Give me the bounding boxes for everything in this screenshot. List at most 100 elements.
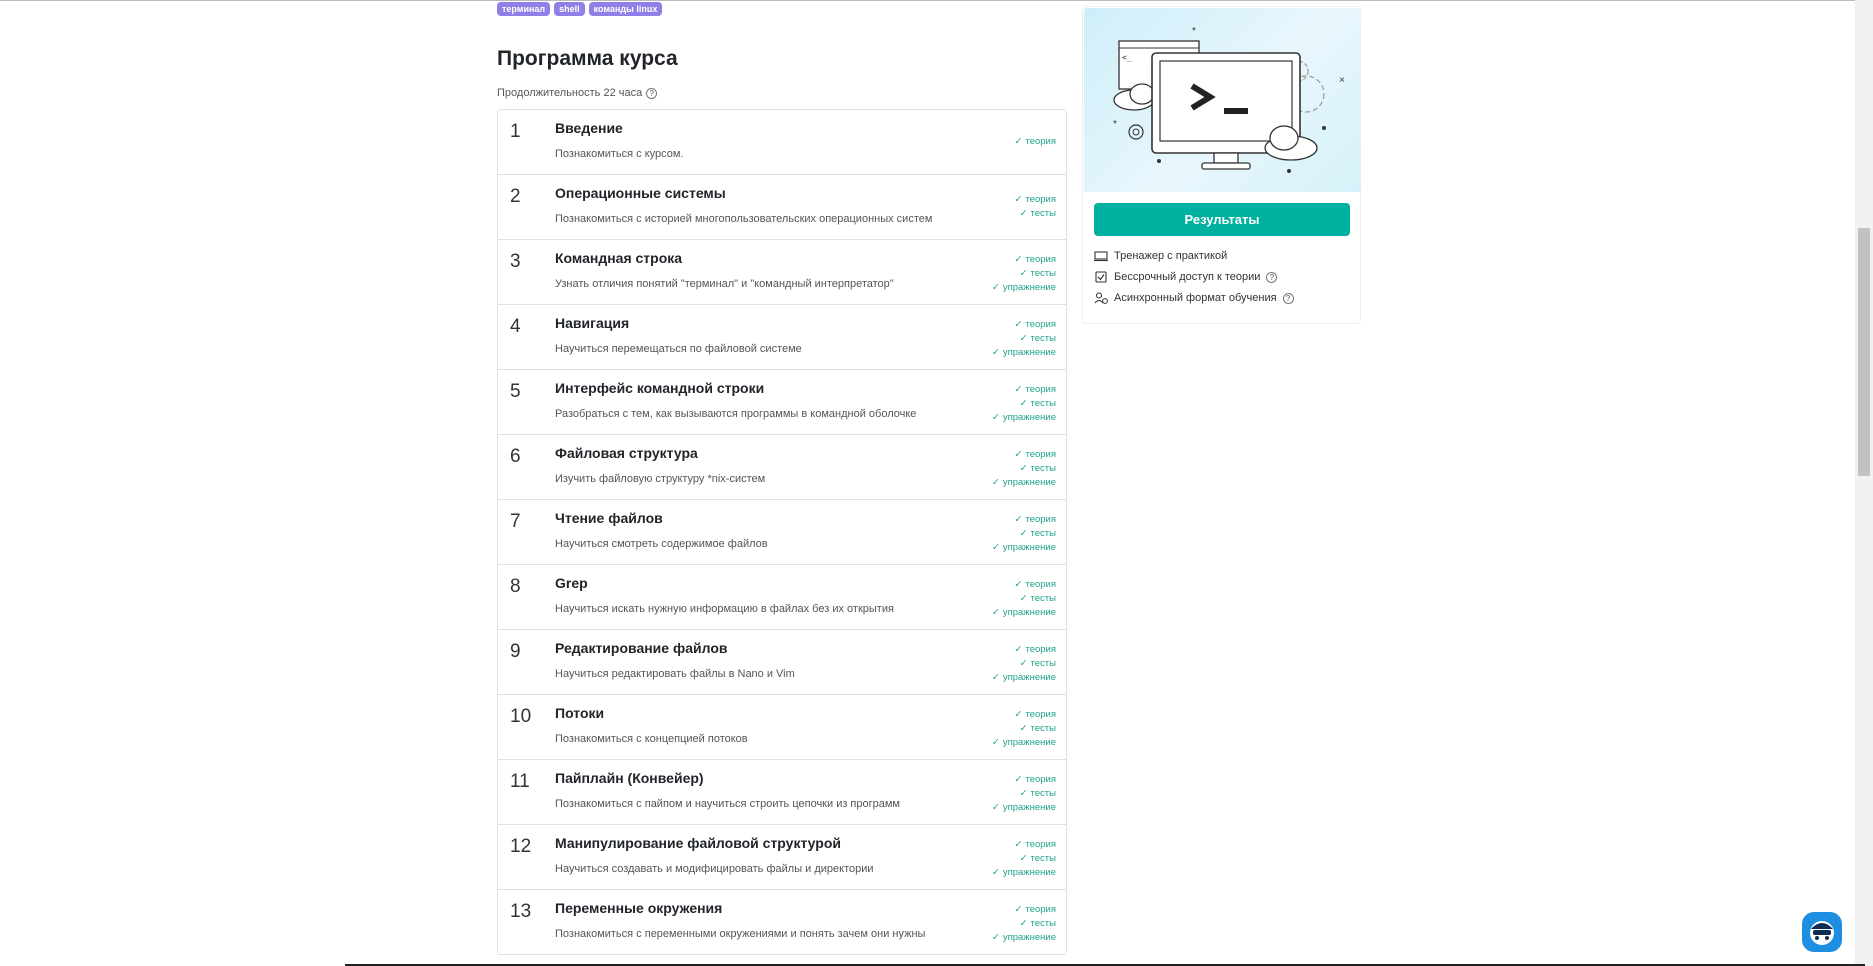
check-icon: ✓	[1014, 839, 1023, 850]
svg-text:×: ×	[1339, 75, 1345, 86]
lesson-row[interactable]: 7 Чтение файлов Научиться смотреть содержи…	[498, 500, 1066, 565]
lesson-badges: ✓ теория ✓ тесты ✓ упражнение	[992, 383, 1056, 425]
badge-label: тесты	[1030, 333, 1056, 344]
lesson-badge: ✓ теория	[992, 643, 1056, 657]
tag-linux-commands[interactable]: команды linux	[588, 2, 663, 16]
lesson-badge: ✓ тесты	[992, 722, 1056, 736]
badge-label: теория	[1025, 579, 1056, 590]
lesson-description: Познакомиться с историей многопользовате…	[555, 213, 933, 225]
check-icon: ✓	[991, 607, 1000, 618]
chat-widget-button[interactable]	[1802, 912, 1842, 952]
lesson-description: Научиться искать нужную информацию в фай…	[555, 603, 894, 615]
svg-text:<_: <_	[1122, 53, 1132, 62]
check-icon: ✓	[991, 672, 1000, 683]
check-icon: ✓	[1014, 384, 1023, 395]
lesson-row[interactable]: 12 Манипулирование файловой структурой Нау…	[498, 825, 1066, 890]
feature-simulator: Тренажер с практикой	[1094, 250, 1227, 262]
lesson-title: Потоки	[555, 705, 605, 721]
lesson-description: Познакомиться с переменными окружениями …	[555, 928, 926, 940]
badge-label: тесты	[1030, 853, 1056, 864]
check-icon: ✓	[991, 412, 1000, 423]
lesson-number: 13	[510, 901, 532, 922]
tag-terminal[interactable]: терминал	[497, 2, 551, 16]
badge-label: тесты	[1030, 398, 1056, 409]
scrollbar-thumb[interactable]	[1858, 228, 1870, 476]
svg-text:*: *	[1192, 26, 1196, 37]
lesson-row[interactable]: 9 Редактирование файлов Научиться редактир…	[498, 630, 1066, 695]
check-icon: ✓	[1019, 723, 1028, 734]
lesson-badge: ✓ тесты	[992, 852, 1056, 866]
lesson-badges: ✓ теория ✓ тесты ✓ упражнение	[992, 448, 1056, 490]
check-icon: ✓	[991, 737, 1000, 748]
lesson-title: Пайплайн (Конвейер)	[555, 770, 704, 786]
lesson-description: Познакомиться с курсом.	[555, 148, 684, 160]
badge-label: теория	[1025, 774, 1056, 785]
lesson-row[interactable]: 11 Пайплайн (Конвейер) Познакомиться с пай…	[498, 760, 1066, 825]
lesson-title: Манипулирование файловой структурой	[555, 835, 841, 851]
help-icon[interactable]: ?	[1282, 292, 1294, 304]
tag-shell[interactable]: shell	[554, 2, 585, 16]
lesson-row[interactable]: 13 Переменные окружения Познакомиться с пе…	[498, 890, 1066, 955]
lesson-badge: ✓ тесты	[992, 592, 1056, 606]
check-icon: ✓	[1019, 268, 1028, 279]
terminal-illustration: <_ * * ×	[1084, 8, 1361, 192]
lesson-badge: ✓ тесты	[992, 462, 1056, 476]
lesson-description: Научиться редактировать файлы в Nano и V…	[555, 668, 795, 680]
lesson-row[interactable]: 6 Файловая структура Изучить файловую стру…	[498, 435, 1066, 500]
check-icon: ✓	[1014, 254, 1023, 265]
lesson-title: Навигация	[555, 315, 630, 331]
lesson-badge: ✓ теория	[992, 318, 1056, 332]
lesson-number: 7	[510, 511, 521, 532]
check-icon: ✓	[991, 932, 1000, 943]
lesson-number: 3	[510, 251, 521, 272]
scrollbar-track[interactable]	[1855, 0, 1873, 966]
results-button[interactable]: Результаты	[1094, 203, 1350, 236]
badge-label: тесты	[1030, 788, 1056, 799]
badge-label: теория	[1025, 194, 1056, 205]
lesson-row[interactable]: 4 Навигация Научиться перемещаться по файл…	[498, 305, 1066, 370]
lesson-number: 9	[510, 641, 521, 662]
lesson-description: Разобраться с тем, как вызываются програ…	[555, 408, 917, 420]
lesson-badge: ✓ теория	[992, 708, 1056, 722]
lesson-badges: ✓ теория ✓ тесты ✓ упражнение	[992, 708, 1056, 750]
lesson-badges: ✓ теория ✓ тесты ✓ упражнение	[992, 253, 1056, 295]
lesson-badge: ✓ упражнение	[992, 866, 1056, 880]
check-icon: ✓	[991, 282, 1000, 293]
lesson-badge: ✓ упражнение	[992, 411, 1056, 425]
lesson-title: Чтение файлов	[555, 510, 663, 526]
lesson-number: 10	[510, 706, 532, 727]
badge-label: тесты	[1030, 918, 1056, 929]
lesson-badge: ✓ теория	[992, 578, 1056, 592]
help-icon[interactable]: ?	[646, 87, 658, 99]
badge-label: тесты	[1030, 528, 1056, 539]
check-icon: ✓	[1019, 398, 1028, 409]
lesson-title: Операционные системы	[555, 185, 726, 201]
lesson-badges: ✓ теория ✓ тесты ✓ упражнение	[992, 513, 1056, 555]
check-icon: ✓	[991, 542, 1000, 553]
lesson-number: 5	[510, 381, 521, 402]
svg-text:*: *	[1113, 119, 1117, 130]
check-icon: ✓	[991, 477, 1000, 488]
check-icon: ✓	[991, 802, 1000, 813]
badge-label: упражнение	[1002, 672, 1056, 683]
check-icon: ✓	[1019, 528, 1028, 539]
lesson-description: Научиться перемещаться по файловой систе…	[555, 343, 802, 355]
lesson-row[interactable]: 1 Введение Познакомиться с курсом. ✓ теория	[498, 110, 1066, 175]
lesson-row[interactable]: 10 Потоки Познакомиться с концепцией поток…	[498, 695, 1066, 760]
lesson-badges: ✓ теория ✓ тесты ✓ упражнение	[992, 903, 1056, 945]
lesson-row[interactable]: 8 Grep Научиться искать нужную информацию …	[498, 565, 1066, 630]
lesson-row[interactable]: 5 Интерфейс командной строки Разобраться с…	[498, 370, 1066, 435]
course-sidebar: <_ * * × Результаты Тренажер с практикой…	[1082, 6, 1361, 324]
lesson-row[interactable]: 3 Командная строка Узнать отличия понятий …	[498, 240, 1066, 305]
lesson-number: 8	[510, 576, 521, 597]
lesson-row[interactable]: 2 Операционные системы Познакомиться с ист…	[498, 175, 1066, 240]
badge-label: тесты	[1030, 268, 1056, 279]
lesson-badge: ✓ упражнение	[992, 541, 1056, 555]
lesson-badge: ✓ тесты	[992, 267, 1056, 281]
top-border	[0, 0, 1873, 1]
tag-list: терминал shell команды linux	[497, 2, 663, 16]
check-icon: ✓	[1019, 853, 1028, 864]
help-icon[interactable]: ?	[1266, 271, 1278, 283]
feature-async-format: Асинхронный формат обучения ?	[1094, 292, 1294, 304]
lesson-description: Научиться смотреть содержимое файлов	[555, 538, 768, 550]
